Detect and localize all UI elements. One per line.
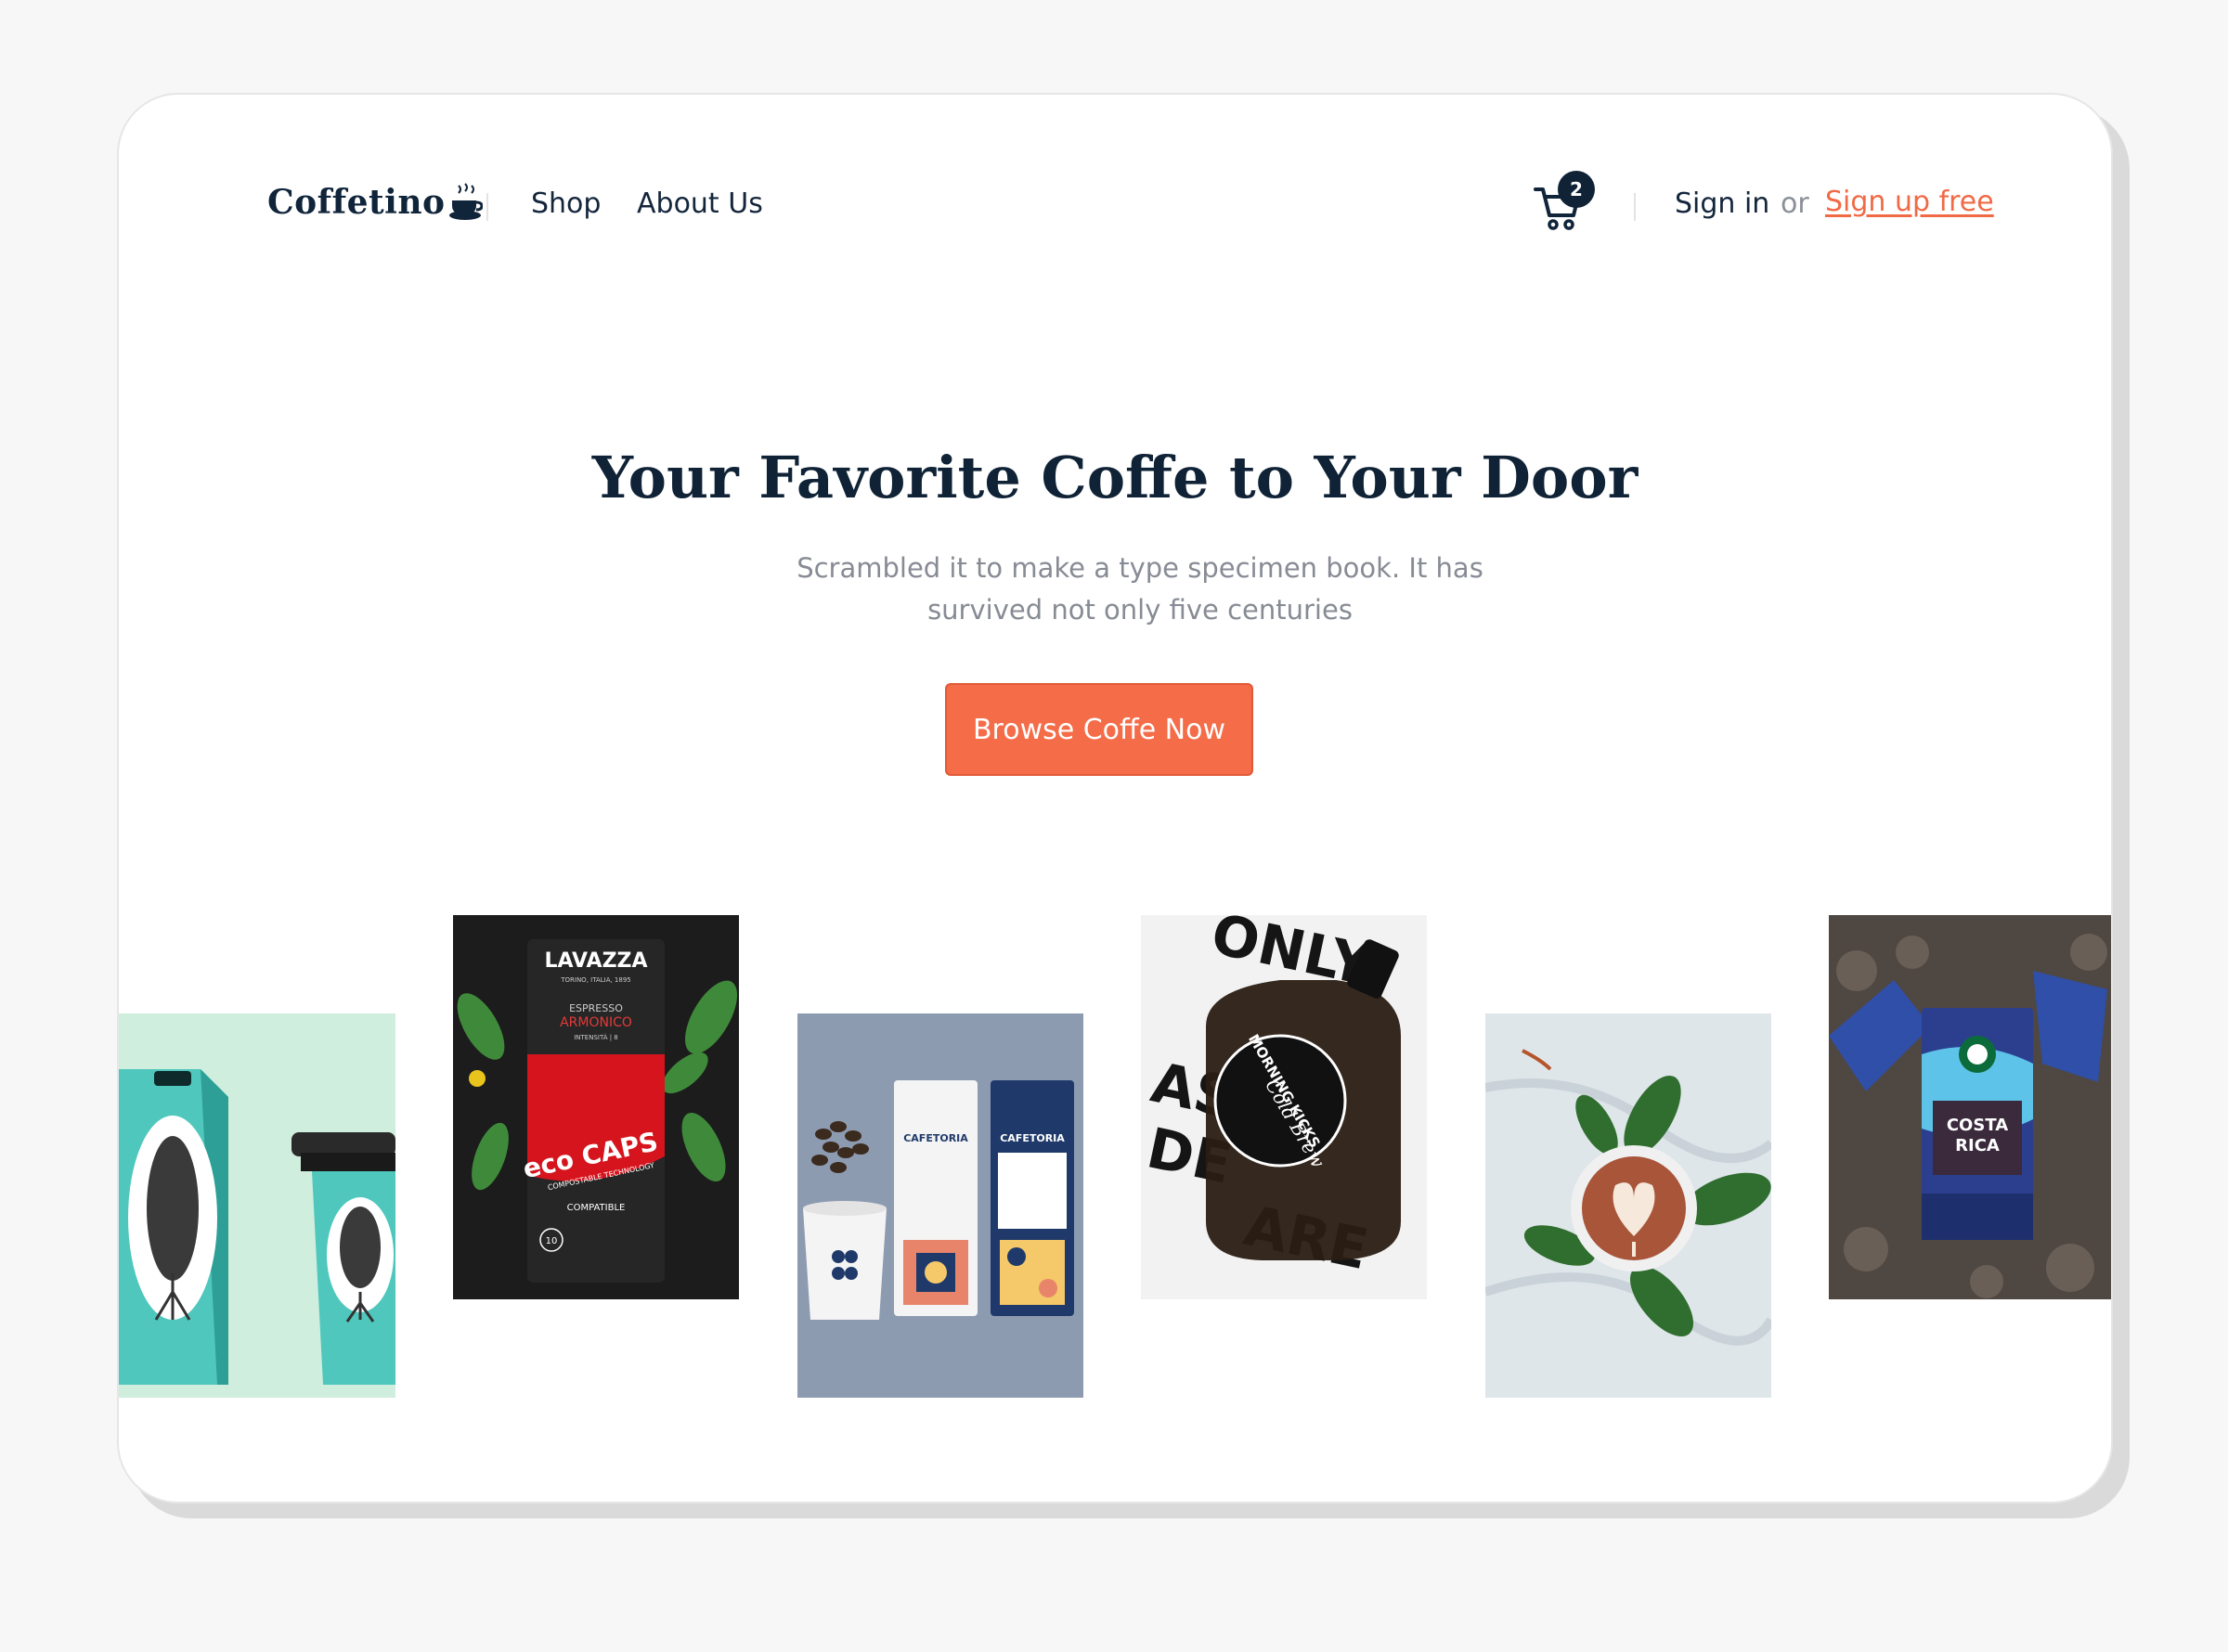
cafetoria-label-blue: CAFETORIA	[1000, 1132, 1065, 1144]
hero-subtitle: Scrambled it to make a type specimen boo…	[797, 552, 1483, 626]
rica-text: RICA	[1955, 1136, 2000, 1155]
capsule-count-text: 10	[546, 1236, 558, 1246]
nav-link-shop[interactable]: Shop	[531, 187, 601, 220]
cafetoria-label-white: CAFETORIA	[903, 1132, 968, 1144]
landing-card: Coffetino Shop About Us 2 Sign in or Sig…	[117, 93, 2113, 1504]
cafetoria-bags-image: CAFETORIA CAFETORIA	[797, 1013, 1083, 1398]
gallery-tile-latte-art[interactable]	[1485, 1013, 1771, 1398]
brand-name: Coffetino	[267, 183, 446, 222]
lavazza-intensity-text: INTENSITÀ | 8	[574, 1033, 618, 1041]
lavazza-brand-text: LAVAZZA	[544, 949, 647, 973]
lavazza-origin-text: TORINO, ITALIA, 1895	[560, 976, 631, 984]
costa-text: COSTA	[1947, 1116, 2008, 1135]
nav-link-about-us[interactable]: About Us	[637, 187, 763, 220]
costa-rica-coffee-image: COSTA RICA	[1829, 915, 2111, 1299]
lavazza-eco-caps-image: LAVAZZA TORINO, ITALIA, 1895 ESPRESSO AR…	[453, 915, 739, 1299]
sign-in-link[interactable]: Sign in	[1675, 187, 1769, 220]
gallery-tile-cafetoria-bags[interactable]: CAFETORIA CAFETORIA	[797, 1013, 1083, 1398]
browse-coffee-button[interactable]: Browse Coffe Now	[945, 683, 1253, 776]
cart-count-badge: 2	[1558, 171, 1595, 208]
sign-up-link[interactable]: Sign up free	[1825, 186, 1994, 218]
coffee-cup-icon	[448, 183, 483, 220]
gallery-tile-coffee-bag-and-cup[interactable]	[119, 1013, 395, 1398]
lavazza-espresso-text: ESPRESSO	[569, 1002, 623, 1014]
or-label: or	[1781, 187, 1809, 220]
hero-title: Your Favorite Coffe to Your Door	[591, 444, 1639, 511]
lavazza-armonico-text: ARMONICO	[560, 1015, 632, 1030]
coffee-bag-and-cup-image	[119, 1013, 395, 1398]
morning-kicks-cold-brew-image: ONLY AS DE ARE MORNING KICKS Cold Brew	[1141, 915, 1427, 1299]
compatible-text: COMPATIBLE	[567, 1203, 626, 1213]
gallery-tile-morning-kicks-cold-brew[interactable]: ONLY AS DE ARE MORNING KICKS Cold Brew	[1141, 915, 1427, 1299]
latte-art-image	[1485, 1013, 1771, 1398]
gallery-tile-lavazza-eco-caps[interactable]: LAVAZZA TORINO, ITALIA, 1895 ESPRESSO AR…	[453, 915, 739, 1299]
nav-divider	[486, 193, 488, 221]
top-nav: Coffetino Shop About Us 2 Sign in or Sig…	[119, 95, 2111, 299]
brand-logo[interactable]: Coffetino	[267, 182, 483, 223]
gallery-tile-costa-rica-coffee[interactable]: COSTA RICA	[1829, 915, 2111, 1299]
nav-divider-right	[1634, 193, 1636, 221]
